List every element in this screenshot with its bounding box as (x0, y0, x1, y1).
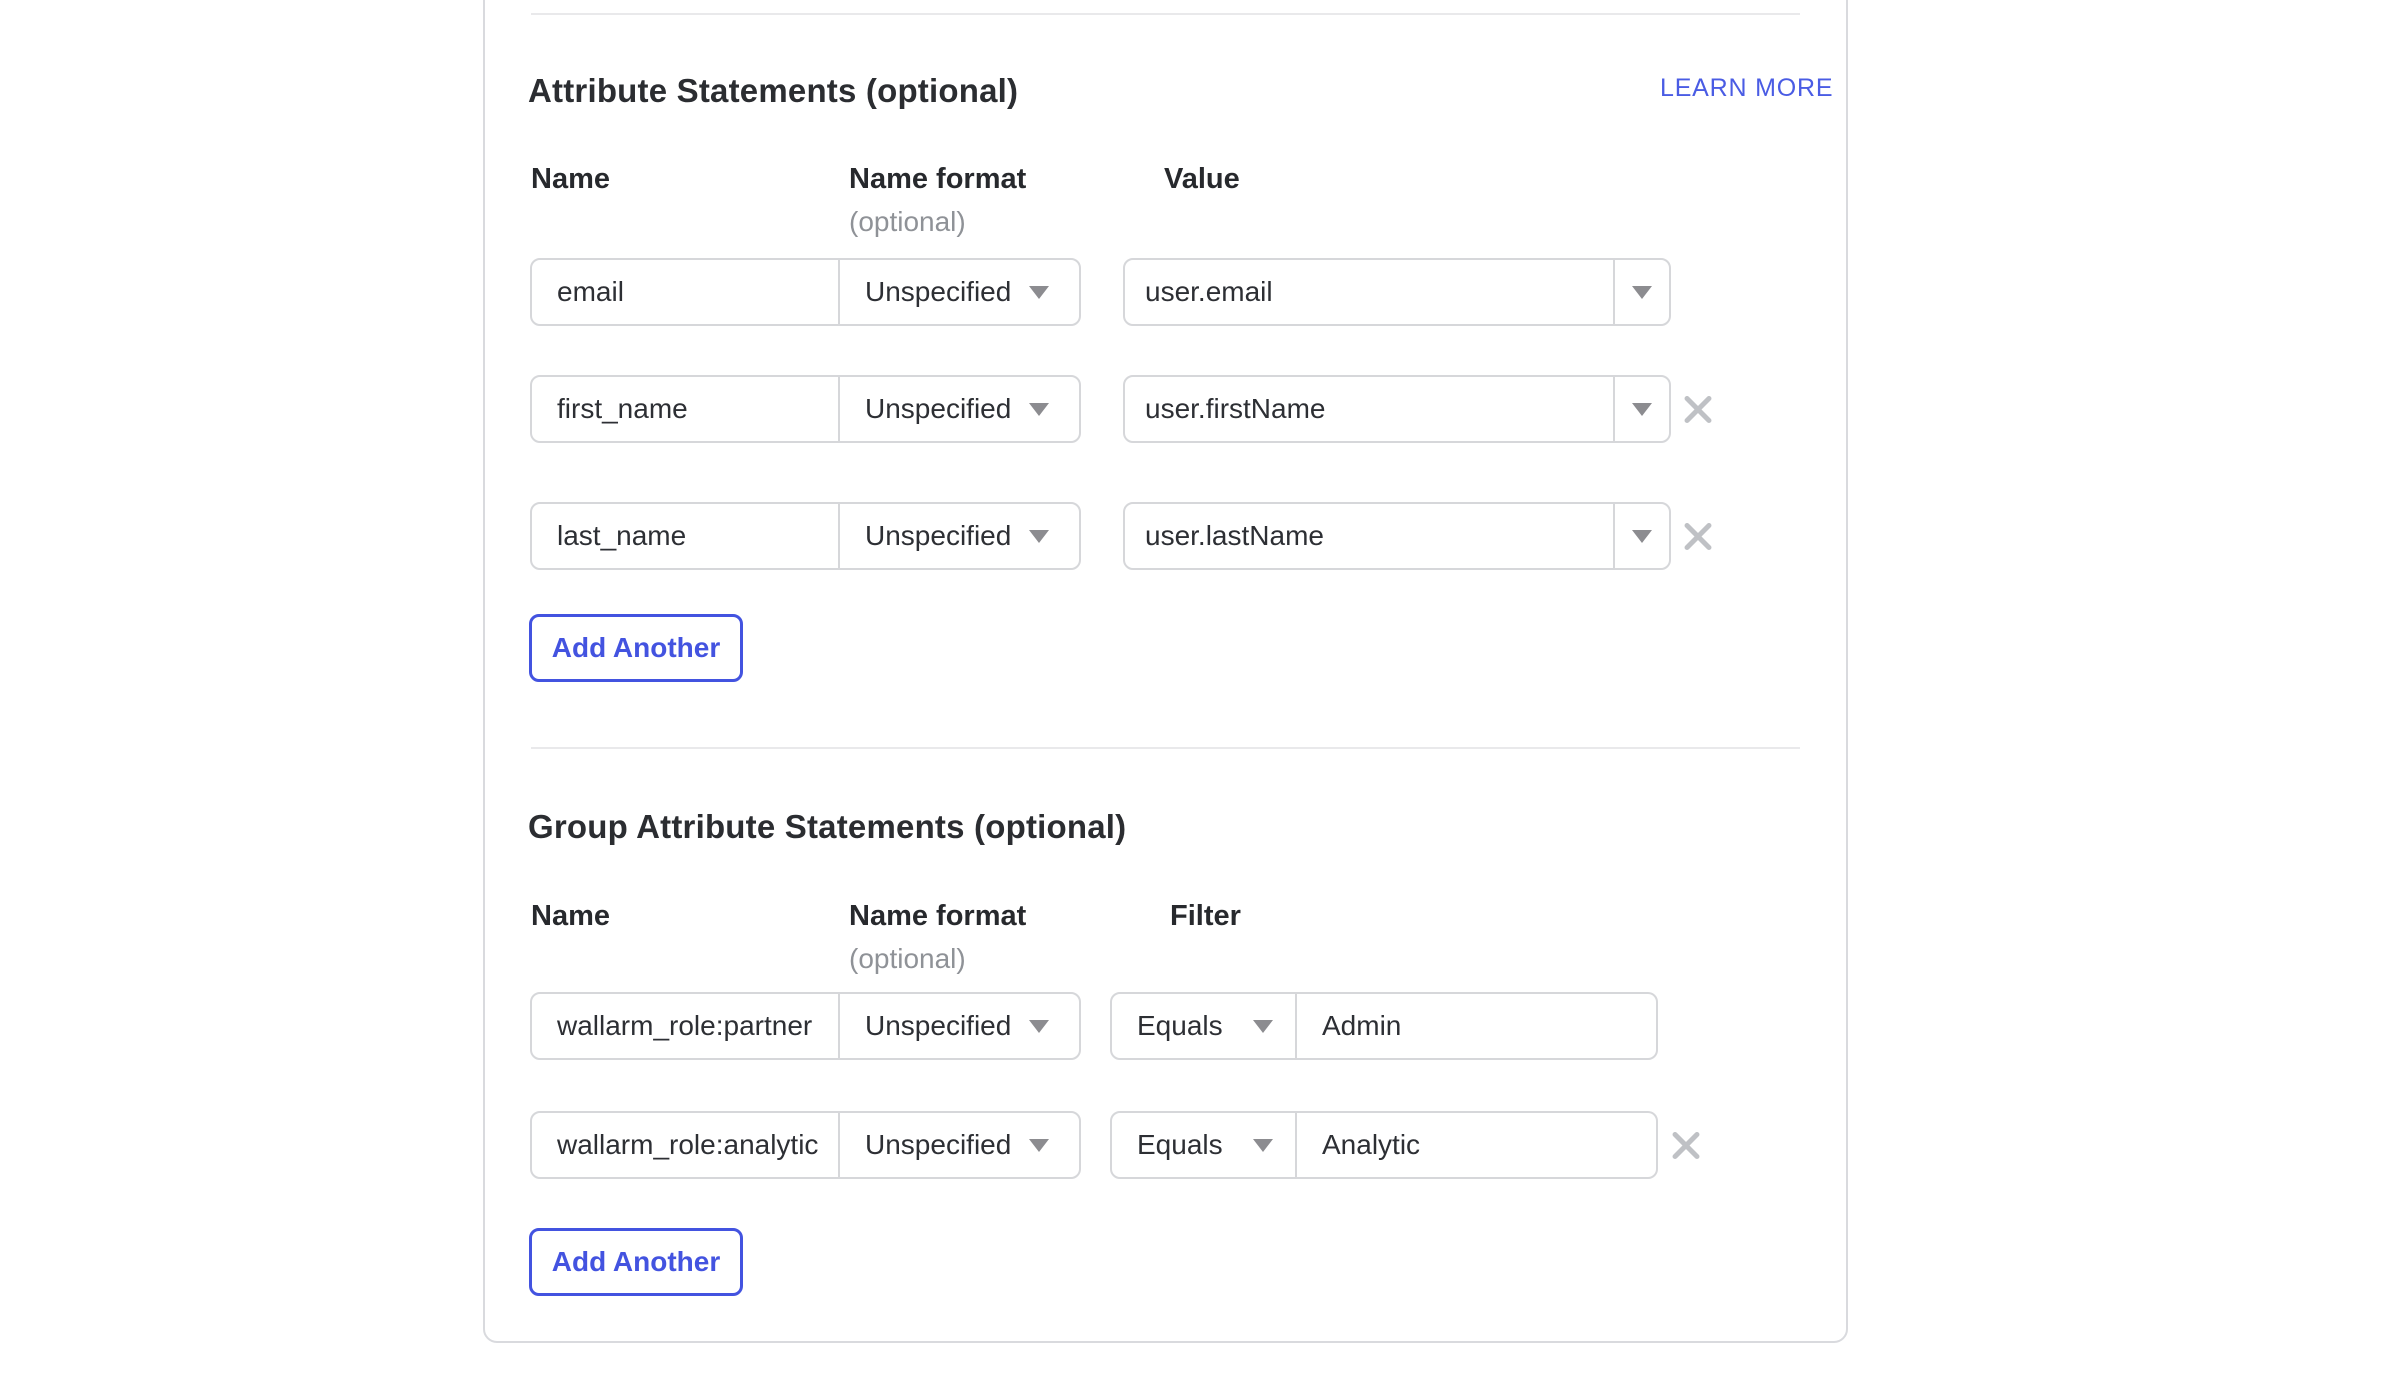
attribute-row: Unspecified (530, 375, 1081, 443)
remove-row-button[interactable] (1676, 387, 1720, 431)
attribute-value-text: user.firstName (1125, 393, 1326, 425)
name-format-select[interactable]: Unspecified (840, 260, 1079, 324)
attribute-value-select[interactable]: user.firstName (1123, 375, 1671, 443)
group-name-input[interactable] (532, 1113, 838, 1177)
name-format-optional-hint: (optional) (849, 206, 966, 238)
column-header-name-format: Name format (849, 163, 1026, 196)
attribute-name-field[interactable] (532, 260, 838, 324)
group-attribute-row: Unspecified (530, 992, 1081, 1060)
value-dropdown-toggle[interactable] (1615, 504, 1669, 568)
name-format-value: Unspecified (840, 520, 1019, 552)
column-header-value: Value (1164, 163, 1240, 196)
group-attribute-statements-title: Group Attribute Statements (optional) (528, 808, 1126, 846)
attribute-value-select[interactable]: user.email (1123, 258, 1671, 326)
value-dropdown-toggle[interactable] (1615, 377, 1669, 441)
name-format-select[interactable]: Unspecified (840, 504, 1079, 568)
group-name-field[interactable] (532, 994, 838, 1058)
attribute-name-input[interactable] (532, 260, 838, 324)
attribute-row: Unspecified (530, 258, 1081, 326)
column-header-name-format: Name format (849, 900, 1026, 933)
chevron-down-icon (1029, 403, 1049, 416)
name-format-select[interactable]: Unspecified (840, 377, 1079, 441)
name-format-value: Unspecified (840, 1010, 1019, 1042)
filter-value-field[interactable] (1297, 1113, 1656, 1177)
attribute-name-input[interactable] (532, 377, 838, 441)
learn-more-link[interactable]: LEARN MORE (1660, 74, 1833, 103)
chevron-down-icon (1029, 1020, 1049, 1033)
chevron-down-icon (1029, 1139, 1049, 1152)
chevron-down-icon (1253, 1020, 1273, 1033)
add-another-button[interactable]: Add Another (529, 1228, 743, 1296)
name-format-value: Unspecified (840, 393, 1019, 425)
name-format-select[interactable]: Unspecified (840, 1113, 1079, 1177)
attribute-value-text: user.lastName (1125, 520, 1324, 552)
name-format-optional-hint: (optional) (849, 943, 966, 975)
name-format-select[interactable]: Unspecified (840, 994, 1079, 1058)
remove-row-button[interactable] (1676, 514, 1720, 558)
filter-type-select[interactable]: Equals (1112, 994, 1295, 1058)
attribute-statements-title: Attribute Statements (optional) (528, 72, 1018, 110)
filter-value-input[interactable] (1297, 994, 1656, 1058)
group-attribute-row: Unspecified (530, 1111, 1081, 1179)
chevron-down-icon (1029, 530, 1049, 543)
column-header-name: Name (531, 900, 610, 933)
attribute-name-field[interactable] (532, 504, 838, 568)
section-divider-top (531, 13, 1800, 15)
page: Attribute Statements (optional) LEARN MO… (0, 0, 2403, 1399)
attribute-name-field[interactable] (532, 377, 838, 441)
filter-value-field[interactable] (1297, 994, 1656, 1058)
section-divider-middle (531, 747, 1800, 749)
filter-type-select[interactable]: Equals (1112, 1113, 1295, 1177)
column-header-name: Name (531, 163, 610, 196)
remove-row-button[interactable] (1664, 1123, 1708, 1167)
chevron-down-icon (1632, 286, 1652, 299)
group-filter-row: Equals (1110, 1111, 1658, 1179)
group-name-field[interactable] (532, 1113, 838, 1177)
name-format-value: Unspecified (840, 1129, 1019, 1161)
value-dropdown-toggle[interactable] (1615, 260, 1669, 324)
chevron-down-icon (1632, 403, 1652, 416)
group-filter-row: Equals (1110, 992, 1658, 1060)
chevron-down-icon (1253, 1139, 1273, 1152)
attribute-name-input[interactable] (532, 504, 838, 568)
attribute-value-select[interactable]: user.lastName (1123, 502, 1671, 570)
name-format-value: Unspecified (840, 276, 1019, 308)
filter-type-value: Equals (1112, 1129, 1231, 1161)
filter-type-value: Equals (1112, 1010, 1231, 1042)
add-another-button[interactable]: Add Another (529, 614, 743, 682)
chevron-down-icon (1029, 286, 1049, 299)
attribute-value-text: user.email (1125, 276, 1273, 308)
filter-value-input[interactable] (1297, 1113, 1656, 1177)
column-header-filter: Filter (1170, 900, 1241, 933)
attribute-row: Unspecified (530, 502, 1081, 570)
group-name-input[interactable] (532, 994, 838, 1058)
chevron-down-icon (1632, 530, 1652, 543)
